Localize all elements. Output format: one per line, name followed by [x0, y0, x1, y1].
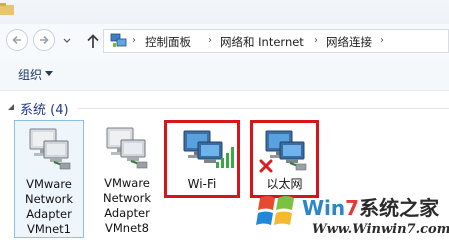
adapter-wifi[interactable]: Wi-Fi: [164, 120, 240, 198]
address-bar[interactable]: › 控制面板 › 网络和 Internet › 网络连接 ›: [103, 29, 449, 53]
adapter-vmnet8-label: VMware Network Adapter VMnet8: [102, 176, 152, 235]
breadcrumb-network-connections[interactable]: 网络连接: [326, 34, 372, 50]
organize-menu-button[interactable]: 组织: [18, 66, 42, 83]
breadcrumb-network-internet[interactable]: 网络和 Internet: [220, 34, 304, 50]
address-row: › 控制面板 › 网络和 Internet › 网络连接 ›: [0, 24, 449, 59]
group-title: 系统 (4): [20, 103, 69, 118]
back-button[interactable]: [6, 29, 28, 51]
network-connections-icon: [110, 33, 127, 47]
breadcrumb-control-panel[interactable]: 控制面板: [145, 34, 191, 50]
forward-arrow-icon: [40, 35, 49, 45]
command-bar: 组织: [0, 58, 449, 91]
watermark-url: Www.Winwin7.com: [312, 222, 449, 237]
folder-icon: [0, 3, 14, 15]
breadcrumb-separator-icon: ›: [208, 35, 212, 46]
watermark-title: Win7系统之家: [302, 196, 440, 220]
breadcrumb-separator-icon: ›: [314, 35, 318, 46]
collapse-group-icon[interactable]: [7, 103, 15, 111]
adapter-wifi-label: Wi-Fi: [187, 177, 217, 191]
adapter-vmnet8[interactable]: VMware Network Adapter VMnet8: [92, 120, 162, 238]
back-arrow-icon: [12, 35, 21, 45]
up-arrow-icon[interactable]: [86, 33, 100, 49]
adapter-vmnet1-label: VMware Network Adapter VMnet1: [24, 177, 74, 236]
site-watermark: Win7系统之家 Www.Winwin7.com: [246, 184, 449, 250]
disconnected-x-icon: [259, 159, 273, 173]
group-divider: [78, 108, 449, 109]
recent-pages-dropdown-icon[interactable]: [62, 37, 72, 45]
breadcrumb-separator-icon: ›: [132, 35, 136, 46]
network-adapter-icon: [106, 127, 148, 169]
network-connections-window: › 控制面板 › 网络和 Internet › 网络连接 › 组织 系统 (4): [0, 0, 449, 250]
signal-bars-icon: [216, 147, 234, 168]
windows-logo-icon: [256, 196, 294, 225]
network-adapter-icon: [29, 128, 71, 170]
organize-dropdown-icon[interactable]: [45, 71, 53, 76]
adapter-vmnet1[interactable]: VMware Network Adapter VMnet1: [14, 120, 84, 238]
forward-button[interactable]: [33, 29, 55, 51]
breadcrumb-separator-icon: ›: [380, 35, 384, 46]
group-header-system[interactable]: 系统 (4): [0, 98, 449, 118]
title-bar: [0, 0, 449, 24]
